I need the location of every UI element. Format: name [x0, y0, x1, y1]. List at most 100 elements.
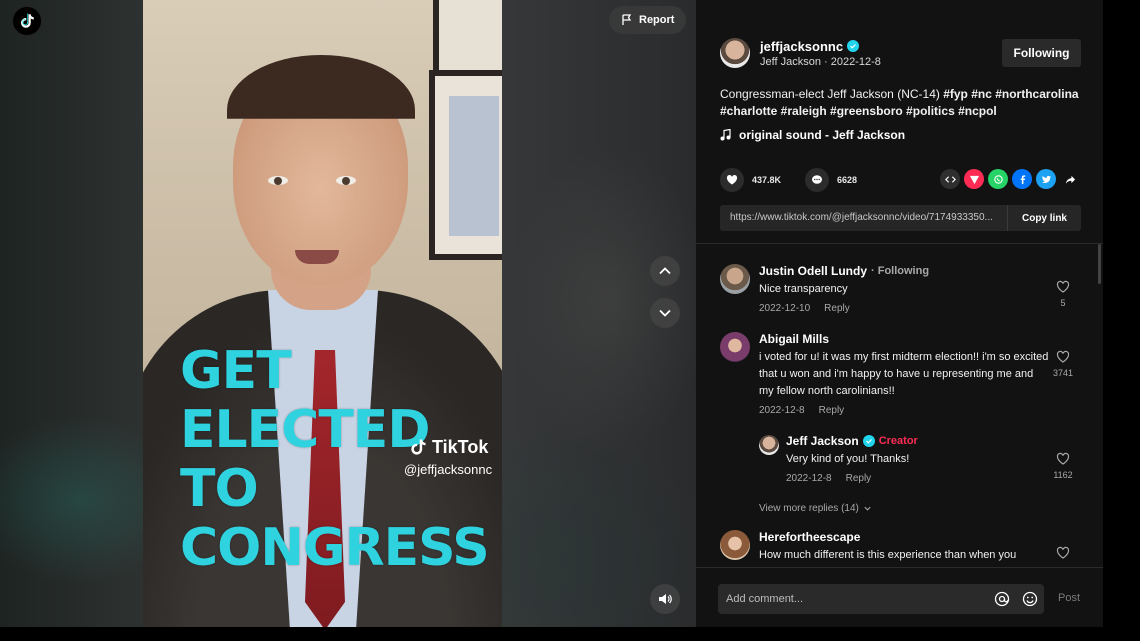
verified-badge-icon [847, 40, 860, 52]
copy-link-button[interactable]: Copy link [1008, 213, 1081, 224]
share-arrow-icon[interactable] [1060, 169, 1080, 189]
heart-outline-icon [1056, 280, 1070, 293]
comment-text: Very kind of you! Thanks! [786, 453, 910, 465]
comment-text: How much different is this experience th… [759, 549, 1017, 561]
commenter-avatar[interactable] [720, 530, 750, 560]
comment-scrollbar[interactable] [1098, 244, 1101, 284]
video-link-url[interactable]: https://www.tiktok.com/@jeffjacksonnc/vi… [720, 205, 1008, 231]
heart-icon [726, 175, 738, 185]
commenter-name[interactable]: Jeff Jackson [786, 434, 859, 448]
commenter-name[interactable]: Herefortheescape [759, 530, 860, 544]
comment-date: 2022-12-8 [759, 405, 805, 416]
page-right-margin [1103, 0, 1140, 627]
author-avatar[interactable] [720, 38, 750, 68]
overlay-line: GET [180, 341, 292, 401]
like-count: 437.8K [752, 175, 782, 185]
engagement-stats: 437.8K 6628 [720, 168, 857, 192]
video-watermark: TikTok @jeffjacksonnc [404, 436, 492, 478]
author-subline: Jeff Jackson · 2022-12-8 [760, 55, 881, 68]
comment-meta: 2022-12-8 Reply [759, 405, 1049, 416]
person-eye [268, 176, 288, 185]
commenter-avatar[interactable] [720, 264, 750, 294]
wall-picture-frame [429, 70, 502, 260]
comment-button[interactable] [805, 168, 830, 192]
comment-composer: Post [696, 567, 1103, 627]
comment-text: Nice transparency [759, 283, 848, 295]
post-comment-button[interactable]: Post [1058, 592, 1080, 604]
overlay-line: CONGRESS [180, 518, 490, 578]
like-button[interactable] [720, 168, 744, 192]
share-row [940, 169, 1080, 189]
heart-outline-icon [1056, 350, 1070, 363]
bottom-bar [0, 627, 1140, 641]
watermark-handle: @jeffjacksonnc [404, 462, 493, 477]
tiktok-watermark-icon [411, 439, 426, 455]
commenter-avatar[interactable] [720, 332, 750, 362]
comment-bubble-icon [812, 175, 823, 184]
video-stage: GET ELECTED TO CONGRESS TikTok @jeffjack… [0, 0, 696, 627]
emoji-icon[interactable] [1016, 584, 1044, 614]
commenter-avatar[interactable] [759, 435, 779, 455]
following-button[interactable]: Following [1002, 39, 1081, 67]
description-text: Congressman-elect Jeff Jackson (NC-14) [720, 87, 944, 101]
chevron-down-icon [864, 506, 871, 511]
comment-list[interactable]: Justin Odell Lundy · Following Nice tran… [696, 244, 1103, 567]
flag-icon [622, 14, 632, 25]
report-button[interactable]: Report [609, 6, 687, 34]
author-username-row: jeffjacksonnc [760, 39, 881, 54]
comment-meta: 2022-12-10 Reply [759, 303, 1049, 314]
whatsapp-icon[interactable] [988, 169, 1008, 189]
video-link-box: https://www.tiktok.com/@jeffjacksonnc/vi… [720, 205, 1081, 231]
previous-video-button[interactable] [650, 256, 680, 286]
comment-date: 2022-12-10 [759, 303, 811, 314]
watermark-brand: TikTok [432, 436, 489, 457]
chevron-up-icon [659, 267, 671, 275]
watermark-logo: TikTok [408, 436, 492, 458]
comment-date: 2022-12-8 [786, 473, 832, 484]
heart-outline-icon [1056, 546, 1070, 559]
comment-like-button[interactable]: 1162 [1051, 452, 1075, 480]
comment-meta: 2022-12-8 Reply [786, 473, 1076, 484]
comment-input[interactable] [726, 593, 988, 605]
following-tag: · Following [871, 265, 930, 277]
comment-like-count: 3741 [1052, 368, 1074, 378]
comment-text: i voted for u! it was my first midterm e… [759, 351, 1049, 397]
heart-outline-icon [1056, 452, 1070, 465]
original-sound-link[interactable]: original sound - Jeff Jackson [720, 128, 905, 142]
commenter-name-row: Herefortheescape [759, 530, 1049, 544]
commenter-name[interactable]: Abigail Mills [759, 332, 829, 346]
view-more-replies-label: View more replies (14) [759, 503, 859, 514]
commenter-name-row: Jeff Jackson Creator [786, 434, 1076, 448]
volume-button[interactable] [650, 584, 680, 614]
next-video-button[interactable] [650, 298, 680, 328]
reply-button[interactable]: Reply [824, 303, 850, 314]
person-eye [336, 176, 356, 185]
facebook-icon[interactable] [1012, 169, 1032, 189]
volume-icon [659, 594, 672, 604]
comment-like-button[interactable] [1051, 546, 1075, 564]
creator-badge: Creator [878, 435, 918, 447]
twitter-icon[interactable] [1036, 169, 1056, 189]
comment-like-button[interactable]: 5 [1051, 280, 1075, 308]
chevron-down-icon [659, 309, 671, 317]
post-detail-panel: jeffjacksonnc Jeff Jackson · 2022-12-8 F… [696, 0, 1103, 627]
author-info[interactable]: jeffjacksonnc Jeff Jackson · 2022-12-8 [720, 38, 881, 68]
sound-name: original sound - Jeff Jackson [739, 128, 906, 142]
view-more-replies-button[interactable]: View more replies (14) [759, 503, 872, 514]
send-to-friends-icon[interactable] [964, 169, 984, 189]
comment-like-button[interactable]: 3741 [1051, 350, 1075, 378]
embed-icon[interactable] [940, 169, 960, 189]
mention-icon[interactable] [988, 584, 1016, 614]
comment-like-count: 1162 [1053, 470, 1073, 480]
verified-badge-icon [862, 435, 875, 447]
report-label: Report [639, 14, 675, 26]
author-username[interactable]: jeffjacksonnc [760, 39, 843, 54]
post-description: Congressman-elect Jeff Jackson (NC-14) #… [720, 86, 1080, 120]
wall-picture-frame [433, 0, 502, 80]
reply-button[interactable]: Reply [846, 473, 872, 484]
commenter-name-row: Justin Odell Lundy · Following [759, 264, 1049, 278]
commenter-name[interactable]: Justin Odell Lundy [759, 264, 867, 278]
tiktok-logo-icon[interactable] [12, 6, 42, 36]
reply-button[interactable]: Reply [819, 405, 845, 416]
commenter-name-row: Abigail Mills [759, 332, 1049, 346]
